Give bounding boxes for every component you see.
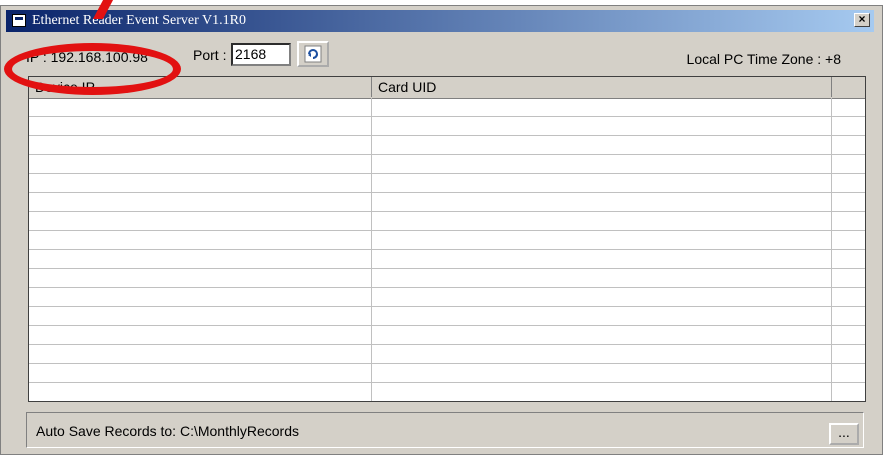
table-row[interactable]	[29, 288, 865, 307]
ip-highlight-circle	[4, 43, 181, 95]
auto-save-path: Auto Save Records to: C:\MonthlyRecords	[36, 423, 300, 439]
status-bar: Auto Save Records to: C:\MonthlyRecords …	[26, 412, 864, 448]
table-row[interactable]	[29, 193, 865, 212]
timezone-label: Local PC Time Zone : +8	[686, 51, 841, 67]
table-row[interactable]	[29, 212, 865, 231]
table-row[interactable]	[29, 307, 865, 326]
table-row[interactable]	[29, 174, 865, 193]
table-row[interactable]	[29, 231, 865, 250]
table-row[interactable]	[29, 98, 865, 117]
close-button[interactable]: ×	[854, 13, 870, 27]
records-table[interactable]: Device IP Card UID	[28, 76, 866, 402]
table-row[interactable]	[29, 345, 865, 364]
table-row[interactable]	[29, 326, 865, 345]
table-row[interactable]	[29, 136, 865, 155]
window-title: Ethernet Reader Event Server V1.1R0	[32, 13, 246, 28]
app-icon	[12, 14, 26, 27]
table-body	[29, 98, 865, 401]
table-row[interactable]	[29, 364, 865, 383]
browse-button[interactable]: ...	[829, 423, 859, 445]
table-row[interactable]	[29, 117, 865, 136]
refresh-icon	[304, 45, 322, 63]
table-row[interactable]	[29, 269, 865, 288]
port-input[interactable]: 2168	[231, 43, 291, 66]
port-label: Port :	[193, 47, 227, 63]
table-row[interactable]	[29, 383, 865, 401]
table-row[interactable]	[29, 250, 865, 269]
table-row[interactable]	[29, 155, 865, 174]
title-bar[interactable]: Ethernet Reader Event Server V1.1R0 ×	[6, 10, 874, 32]
column-header-card-uid[interactable]: Card UID	[372, 77, 832, 97]
refresh-button[interactable]	[297, 41, 329, 67]
column-header-extra[interactable]	[832, 77, 865, 97]
